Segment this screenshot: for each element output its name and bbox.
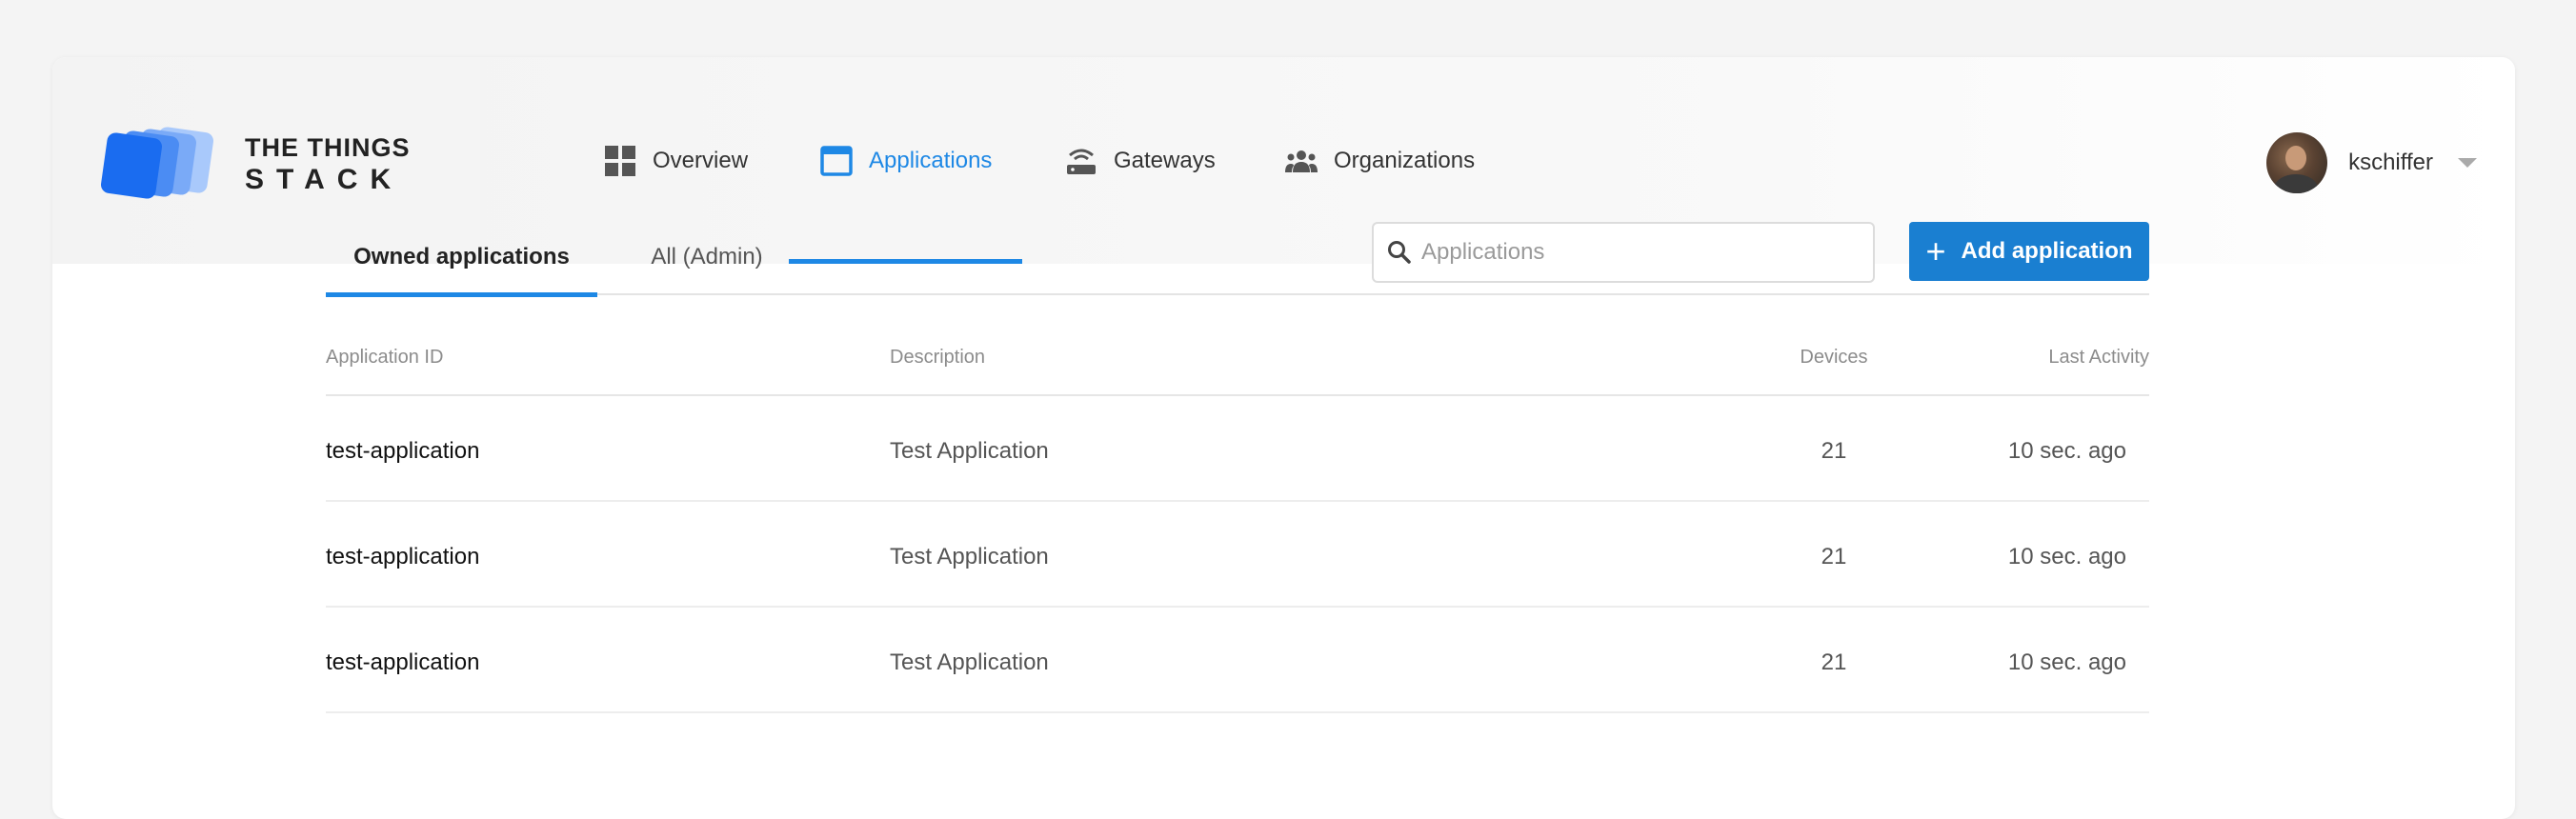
nav-overview-label: Overview xyxy=(653,147,749,173)
search-icon xyxy=(1388,241,1411,264)
tab-owned-applications-label: Owned applications xyxy=(353,244,570,270)
table-row[interactable]: test-application Test Application 21 10 … xyxy=(326,396,2149,502)
app-tabs: Owned applications All (Admin) xyxy=(326,219,2149,297)
window-icon xyxy=(820,145,853,176)
column-header-application-id[interactable]: Application ID xyxy=(326,347,443,369)
logo[interactable]: THE THINGS STACK xyxy=(100,124,414,200)
cell-last-activity: 10 sec. ago xyxy=(2007,438,2126,464)
user-name: kschiffer xyxy=(2348,150,2433,175)
user-menu[interactable]: kschiffer xyxy=(2266,131,2477,194)
avatar xyxy=(2266,132,2328,193)
cell-description: Test Application xyxy=(890,649,1049,675)
cell-application-id: test-application xyxy=(326,438,480,464)
nav-applications-label: Applications xyxy=(869,147,993,173)
group-icon xyxy=(1285,150,1318,172)
logo-text: THE THINGS STACK xyxy=(245,133,411,196)
cell-description: Test Application xyxy=(890,544,1049,569)
nav-gateways-label: Gateways xyxy=(1114,147,1216,173)
cell-devices: 21 xyxy=(1821,649,1847,675)
search-input[interactable] xyxy=(1421,239,1860,266)
add-application-button[interactable]: + Add application xyxy=(1909,222,2149,281)
logo-line-1: THE THINGS xyxy=(245,133,411,162)
add-application-label: Add application xyxy=(1961,238,2133,264)
cell-application-id: test-application xyxy=(326,544,480,569)
column-header-devices[interactable]: Devices xyxy=(1772,347,1896,369)
cell-devices: 21 xyxy=(1821,438,1847,464)
column-header-description[interactable]: Description xyxy=(890,347,985,369)
logo-mark-icon xyxy=(100,127,214,199)
table-row[interactable]: test-application Test Application 21 10 … xyxy=(326,502,2149,608)
gateway-icon xyxy=(1067,149,1096,174)
grid-icon xyxy=(605,145,635,176)
cell-last-activity: 10 sec. ago xyxy=(2007,544,2126,569)
nav-organizations-label: Organizations xyxy=(1334,147,1476,173)
cell-description: Test Application xyxy=(890,438,1049,464)
applications-table: Application ID Description Devices Last … xyxy=(326,333,2149,713)
cell-application-id: test-application xyxy=(326,649,480,675)
plus-icon: + xyxy=(1925,231,1946,270)
column-header-last-activity[interactable]: Last Activity xyxy=(1959,347,2149,369)
table-row[interactable]: test-application Test Application 21 10 … xyxy=(326,608,2149,713)
cell-last-activity: 10 sec. ago xyxy=(2007,649,2126,675)
cell-devices: 21 xyxy=(1821,544,1847,569)
logo-line-2: STACK xyxy=(245,164,404,195)
chevron-down-icon xyxy=(2458,158,2477,168)
tab-owned-applications[interactable]: Owned applications xyxy=(326,219,597,297)
tab-all-admin-label: All (Admin) xyxy=(651,244,763,270)
table-header: Application ID Description Devices Last … xyxy=(326,333,2149,396)
search-box[interactable] xyxy=(1372,222,1875,283)
tab-all-admin[interactable]: All (Admin) xyxy=(597,219,816,295)
